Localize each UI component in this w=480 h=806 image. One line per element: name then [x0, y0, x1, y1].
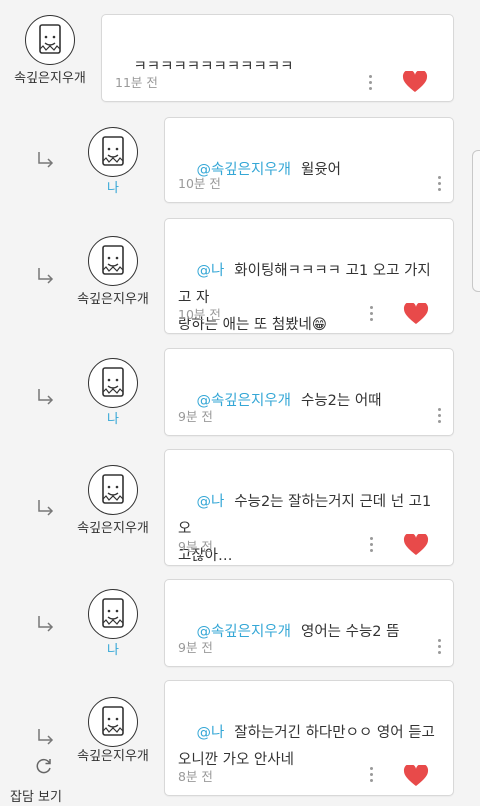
- eraser-face-icon: [102, 706, 124, 736]
- author-name[interactable]: 속깊은지우개: [64, 745, 162, 764]
- comment-card: @나 수능2는 잘하는거지 근데 넌 고1오 고잖아… 9분 전: [164, 449, 454, 566]
- avatar[interactable]: [25, 15, 75, 65]
- author-name[interactable]: 나: [88, 639, 138, 658]
- comment-text: @나 수능2는 잘하는거지 근데 넌 고1오 고잖아…: [178, 462, 441, 597]
- avatar[interactable]: [88, 697, 138, 747]
- comment-card: @나 화이팅해ㅋㅋㅋㅋ 고1 오고 가지고 자 랑하는 애는 또 첨봤네😁 10분…: [164, 218, 454, 334]
- comment-card: @속깊은지우개 수능2는 어때 9분 전: [164, 348, 454, 436]
- comment-card: ㅋㅋㅋㅋㅋㅋㅋㅋㅋㅋㅋㅋ 11분 전: [101, 14, 454, 102]
- eraser-face-icon: [102, 136, 124, 166]
- eraser-face-icon: [102, 474, 124, 504]
- timestamp: 8분 전: [178, 769, 213, 784]
- heart-icon[interactable]: [403, 303, 429, 325]
- comment-card: @속깊은지우개 윌윳어 10분 전: [164, 117, 454, 203]
- side-panel-edge: [472, 150, 480, 292]
- more-vertical-icon[interactable]: [437, 408, 443, 426]
- timestamp: 10분 전: [178, 307, 221, 322]
- reply-arrow-icon: [38, 389, 54, 405]
- heart-icon[interactable]: [402, 71, 428, 93]
- more-vertical-icon[interactable]: [368, 75, 374, 93]
- avatar[interactable]: [88, 236, 138, 286]
- avatar[interactable]: [88, 358, 138, 408]
- comment-body: 윌윳어: [300, 162, 342, 178]
- comment-text: @나 화이팅해ㅋㅋㅋㅋ 고1 오고 가지고 자 랑하는 애는 또 첨봤네😁: [178, 231, 441, 366]
- mention[interactable]: @나: [196, 263, 224, 279]
- refresh-icon: [36, 758, 51, 774]
- mention[interactable]: @나: [196, 725, 224, 741]
- reply-arrow-icon: [38, 500, 54, 516]
- comment-text: @속깊은지우개 영어는 수능2 뜸: [178, 592, 441, 673]
- eraser-face-icon: [102, 245, 124, 275]
- comment-text: @나 잘하는거긴 하다만ㅇㅇ 영어 듣고 오니깐 가오 안사네: [178, 693, 441, 801]
- eraser-face-icon: [102, 598, 124, 628]
- comment-text: @속깊은지우개 수능2는 어때: [178, 361, 441, 442]
- heart-icon[interactable]: [403, 765, 429, 787]
- timestamp: 10분 전: [178, 176, 221, 191]
- comment-card: @속깊은지우개 영어는 수능2 뜸 9분 전: [164, 579, 454, 667]
- timestamp: 11분 전: [115, 75, 158, 90]
- mention[interactable]: @나: [196, 494, 224, 510]
- reply-arrow-icon: [38, 616, 54, 632]
- reply-arrow-icon: [38, 268, 54, 284]
- author-name[interactable]: 속깊은지우개: [0, 67, 100, 86]
- eraser-face-icon: [39, 24, 61, 54]
- view-thread-label: 잡담 보기: [10, 790, 62, 805]
- timestamp: 9분 전: [178, 409, 213, 424]
- author-name[interactable]: 속깊은지우개: [64, 517, 162, 536]
- author-name[interactable]: 속깊은지우개: [64, 288, 162, 307]
- comment-text: @속깊은지우개 윌윳어: [178, 130, 441, 211]
- author-name[interactable]: 나: [88, 177, 138, 196]
- eraser-face-icon: [102, 367, 124, 397]
- heart-icon[interactable]: [403, 534, 429, 556]
- comment-text: ㅋㅋㅋㅋㅋㅋㅋㅋㅋㅋㅋㅋ: [115, 27, 441, 108]
- more-vertical-icon[interactable]: [369, 537, 375, 555]
- reply-arrow-icon: [38, 152, 54, 168]
- comment-card: @나 잘하는거긴 하다만ㅇㅇ 영어 듣고 오니깐 가오 안사네 8분 전: [164, 680, 454, 796]
- more-vertical-icon[interactable]: [369, 767, 375, 785]
- more-vertical-icon[interactable]: [437, 176, 443, 194]
- more-vertical-icon[interactable]: [437, 639, 443, 657]
- avatar[interactable]: [88, 465, 138, 515]
- more-vertical-icon[interactable]: [369, 306, 375, 324]
- avatar[interactable]: [88, 589, 138, 639]
- reply-arrow-icon: [38, 729, 54, 745]
- comment-body: 영어는 수능2 뜸: [300, 624, 400, 640]
- avatar[interactable]: [88, 127, 138, 177]
- author-name[interactable]: 나: [88, 408, 138, 427]
- comment-body: 수능2는 어때: [300, 393, 382, 409]
- timestamp: 9분 전: [178, 539, 213, 554]
- timestamp: 9분 전: [178, 640, 213, 655]
